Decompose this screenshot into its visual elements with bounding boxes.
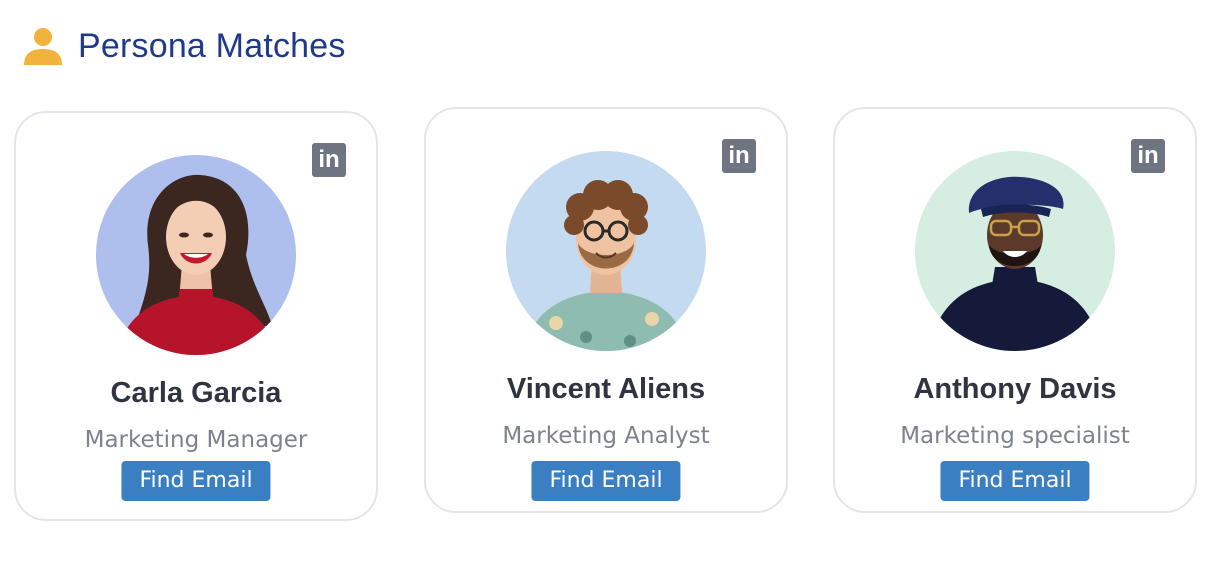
persona-card: in Carla Garcia Marketing Manager Find E… (14, 111, 378, 521)
avatar (915, 151, 1115, 351)
persona-role: Marketing Analyst (502, 423, 710, 449)
persona-role: Marketing specialist (900, 423, 1130, 449)
persona-role: Marketing Manager (84, 427, 308, 453)
linkedin-icon[interactable]: in (1131, 139, 1165, 173)
find-email-button[interactable]: Find Email (940, 461, 1090, 501)
linkedin-icon[interactable]: in (722, 139, 756, 173)
section-header: Persona Matches (22, 22, 346, 70)
persona-name: Vincent Aliens (506, 373, 706, 405)
persona-name: Anthony Davis (913, 373, 1117, 405)
persona-matches-panel: Persona Matches in Carla Garcia Marketin… (0, 0, 1222, 561)
find-email-button[interactable]: Find Email (531, 461, 681, 501)
avatar (506, 151, 706, 351)
person-icon (24, 28, 62, 65)
avatar (96, 155, 296, 355)
find-email-button[interactable]: Find Email (121, 461, 271, 501)
page-title: Persona Matches (78, 26, 346, 65)
persona-card: in Anthony Davis Marketing specialist Fi… (833, 107, 1197, 513)
persona-card: in Vincent Aliens Marketing Analyst Find… (424, 107, 788, 513)
persona-name: Carla Garcia (110, 377, 282, 409)
linkedin-icon[interactable]: in (312, 143, 346, 177)
